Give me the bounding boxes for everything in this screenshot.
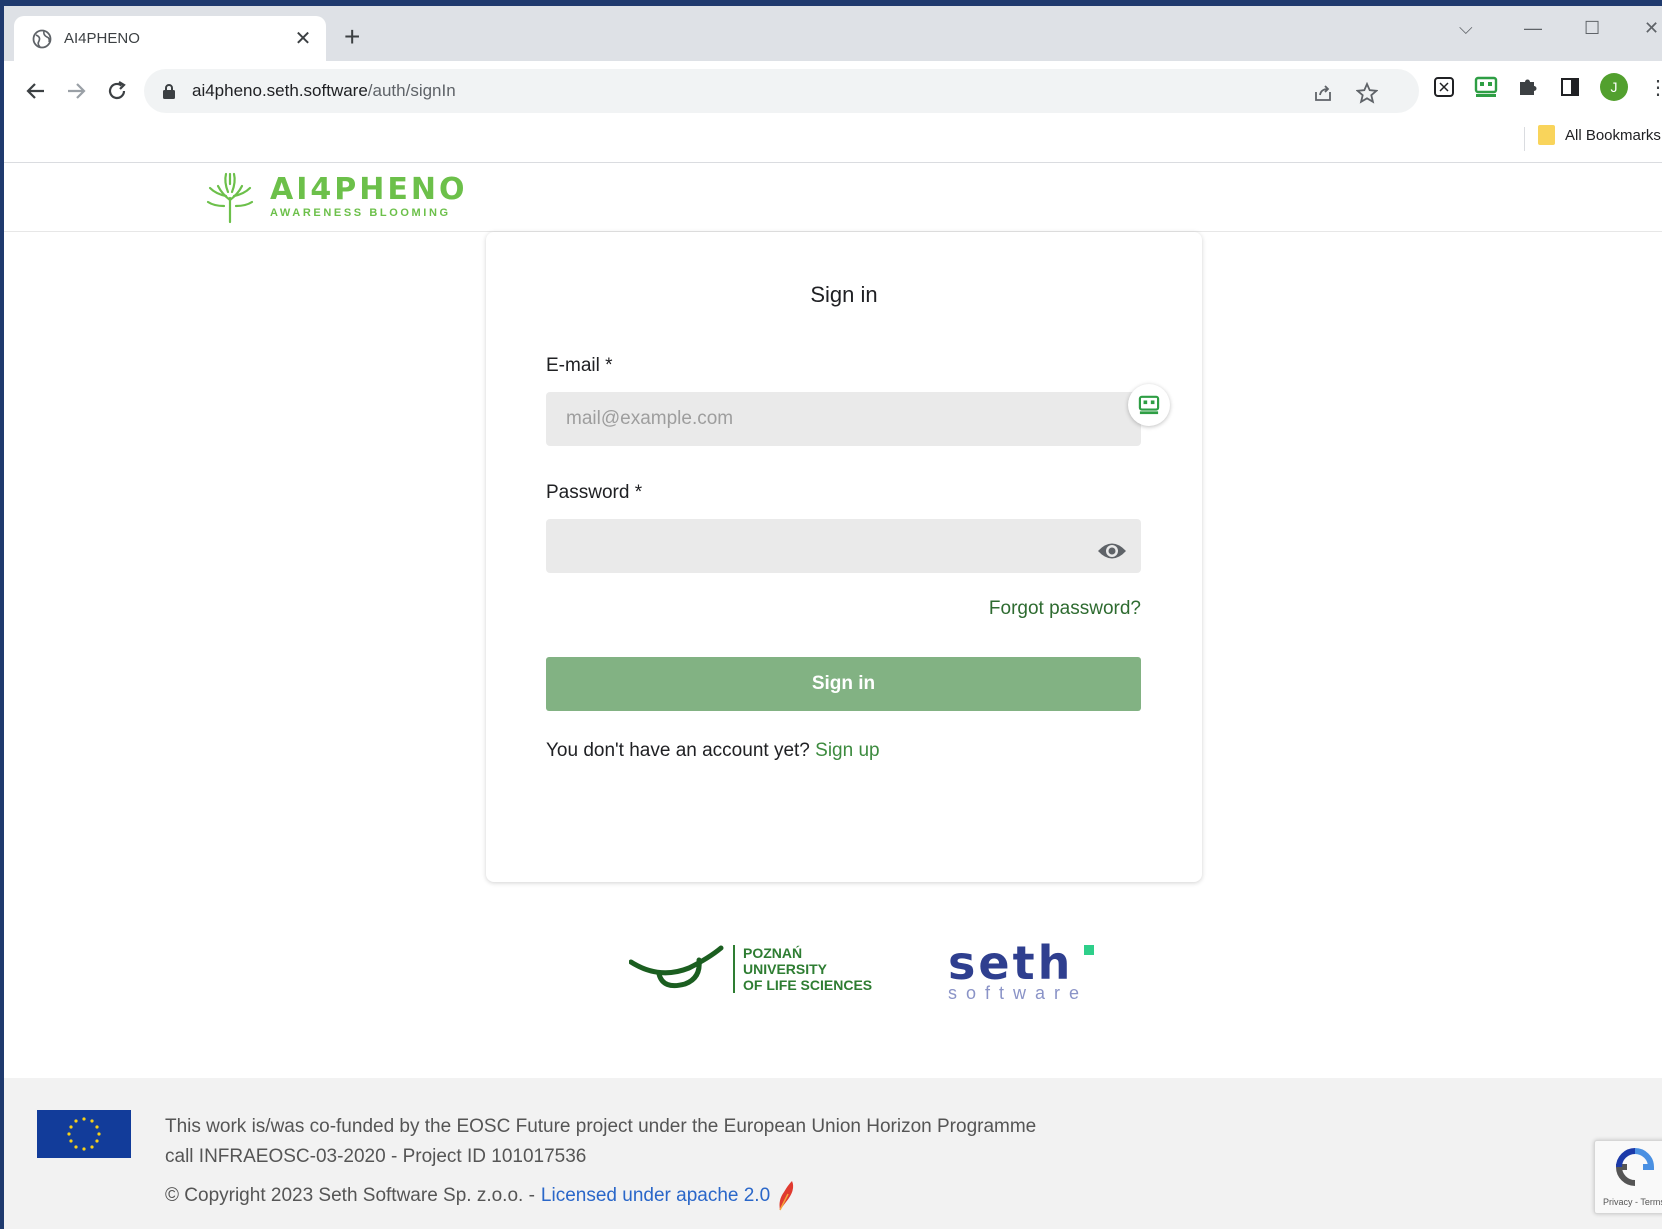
license-link[interactable]: Licensed under apache 2.0: [541, 1185, 770, 1207]
site-header: AI4PHENO AWARENESS BLOOMING: [4, 164, 1662, 232]
url-text: ai4pheno.seth.software/auth/signIn: [192, 81, 456, 100]
copyright-text: © Copyright 2023 Seth Software Sp. z.o.o…: [165, 1185, 535, 1206]
logo-wordmark: AI4PHENO: [270, 172, 468, 207]
browser-toolbar: ai4pheno.seth.software/auth/signIn J ⋮: [4, 61, 1662, 121]
bitwarden-extension-icon[interactable]: [1474, 75, 1498, 99]
lock-icon: [163, 84, 175, 99]
address-bar[interactable]: ai4pheno.seth.software/auth/signIn: [144, 69, 1419, 113]
tab-search-icon[interactable]: ⌵: [1459, 18, 1473, 39]
all-bookmarks-label: All Bookmarks: [1565, 126, 1661, 144]
ai4pheno-logo[interactable]: AI4PHENO AWARENESS BLOOMING: [204, 170, 467, 224]
more-menu-icon[interactable]: ⋮: [1646, 75, 1662, 99]
bookmark-star-icon[interactable]: [1355, 81, 1379, 105]
email-label: E-mail *: [546, 355, 613, 376]
recaptcha-icon: [1615, 1148, 1655, 1186]
tab-close-icon[interactable]: ✕: [292, 26, 314, 51]
window-close-icon[interactable]: ✕: [1644, 18, 1659, 39]
poznan-university-logo[interactable]: POZNAŃ UNIVERSITY OF LIFE SCIENCES: [629, 944, 872, 994]
eu-flag-icon: [37, 1110, 131, 1158]
copyright-line: © Copyright 2023 Seth Software Sp. z.o.o…: [165, 1180, 796, 1212]
all-bookmarks-button[interactable]: All Bookmarks: [1538, 125, 1661, 145]
side-panel-icon[interactable]: [1558, 75, 1582, 99]
browser-window: AI4PHENO ✕ + ⌵ — ☐ ✕ ai4pheno.seth.softw…: [4, 6, 1662, 1229]
apache-feather-icon: [779, 1181, 794, 1211]
funding-notice: This work is/was co-funded by the EOSC F…: [165, 1116, 1037, 1167]
reload-icon[interactable]: [103, 77, 131, 105]
profile-avatar[interactable]: J: [1600, 73, 1628, 101]
tab-title: AI4PHENO: [64, 30, 140, 47]
bookmarks-bar: All Bookmarks: [4, 121, 1662, 163]
logo-tagline: AWARENESS BLOOMING: [270, 207, 451, 219]
seth-software-logo[interactable]: seth software: [948, 939, 1095, 1004]
bookmarks-separator: [1524, 127, 1525, 151]
signup-prompt-text: You don't have an account yet?: [546, 740, 810, 761]
password-field[interactable]: [546, 519, 1141, 573]
signin-title: Sign in: [810, 282, 878, 307]
browser-tab[interactable]: AI4PHENO ✕: [14, 16, 326, 61]
tree-logo-icon: [206, 172, 254, 224]
show-password-eye-icon[interactable]: [1096, 540, 1128, 562]
back-arrow-icon[interactable]: [22, 77, 50, 105]
email-field[interactable]: [546, 392, 1141, 446]
forgot-password-link[interactable]: Forgot password?: [989, 598, 1141, 620]
signup-link[interactable]: Sign up: [815, 740, 879, 761]
extension-grid-icon[interactable]: [1432, 75, 1456, 99]
signin-button[interactable]: Sign in: [546, 657, 1141, 711]
new-tab-icon[interactable]: +: [344, 23, 360, 51]
forward-arrow-icon[interactable]: [62, 77, 90, 105]
pul-emblem-icon: [629, 945, 724, 989]
signup-prompt: You don't have an account yet? Sign up: [546, 740, 880, 762]
folder-icon: [1538, 125, 1555, 145]
password-label: Password *: [546, 482, 643, 503]
seth-wordmark: seth: [948, 939, 1095, 987]
partner-logos: POZNAŃ UNIVERSITY OF LIFE SCIENCES seth …: [4, 939, 1662, 1024]
bitwarden-autofill-icon[interactable]: [1128, 384, 1170, 426]
recaptcha-terms[interactable]: Privacy - Terms: [1603, 1197, 1662, 1207]
maximize-icon[interactable]: ☐: [1584, 18, 1600, 39]
puzzle-icon[interactable]: [1516, 75, 1540, 99]
minimize-icon[interactable]: —: [1524, 18, 1542, 39]
signin-card: Sign in E-mail * Password * Forgot passw…: [486, 232, 1202, 882]
pul-name: POZNAŃ UNIVERSITY OF LIFE SCIENCES: [733, 945, 872, 993]
site-footer: This work is/was co-funded by the EOSC F…: [4, 1078, 1662, 1229]
recaptcha-badge[interactable]: Privacy - Terms: [1594, 1140, 1662, 1214]
globe-icon: [32, 29, 52, 48]
page-content: AI4PHENO AWARENESS BLOOMING Sign in E-ma…: [4, 164, 1662, 1229]
tab-strip: AI4PHENO ✕ + ⌵ — ☐ ✕: [4, 6, 1662, 61]
share-icon[interactable]: [1311, 81, 1335, 105]
